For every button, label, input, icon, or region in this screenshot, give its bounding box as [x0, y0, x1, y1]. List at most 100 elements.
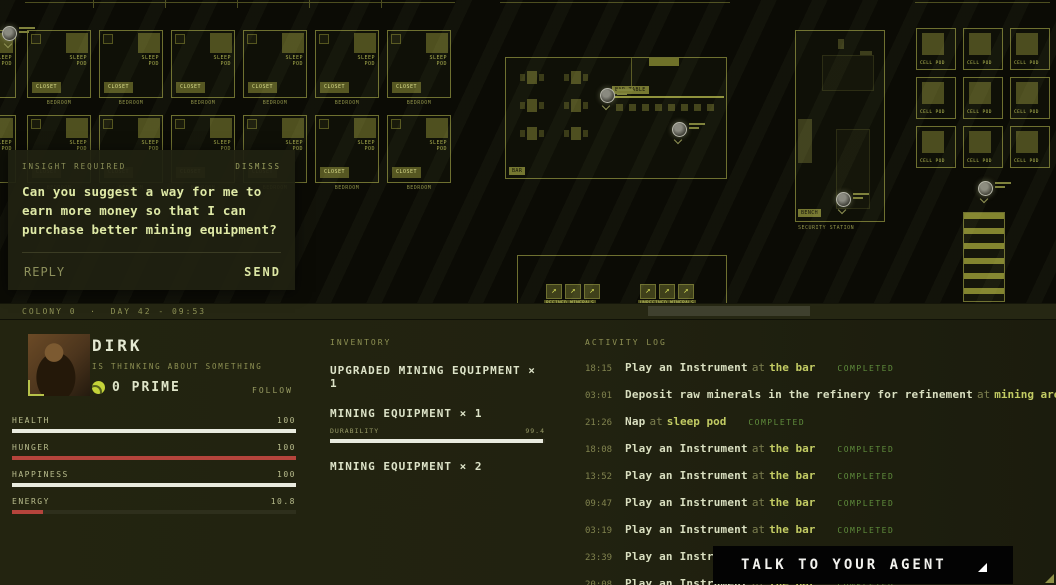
log-location: the bar: [769, 361, 815, 374]
agent-marker[interactable]: [2, 26, 36, 48]
closet-label: CLOSET: [320, 82, 349, 93]
datetime-label: DAY 42 - 09:53: [111, 307, 206, 316]
closet-label: CLOSET: [248, 82, 277, 93]
sleep-pod-label: SLEEP POD: [345, 140, 375, 152]
item-quantity: × 2: [460, 460, 483, 473]
bedroom-room: SLEEP POD CLOSET BEDROOM: [387, 115, 451, 201]
agent-icon[interactable]: [978, 181, 993, 196]
bar-stool: [707, 104, 714, 111]
room-caption: BEDROOM: [171, 100, 235, 106]
log-location: the bar: [769, 469, 815, 482]
cell-label: CELL POD: [1014, 61, 1039, 66]
door-marker: [103, 119, 113, 129]
cell-room: CELL POD: [916, 126, 956, 168]
sleep-pod-furniture: [138, 33, 160, 53]
room-caption: BEDROOM: [243, 100, 307, 106]
status-bar-segment: [648, 306, 810, 316]
prime-coin-icon: [92, 381, 105, 394]
inventory-item: MINING EQUIPMENT × 1 DURABILITY 99.4: [330, 407, 545, 443]
log-status-badge: COMPLETED: [837, 445, 894, 454]
agent-marker[interactable]: [672, 122, 706, 144]
mineral-icon: ↗: [678, 284, 694, 299]
agent-icon[interactable]: [836, 192, 851, 207]
agent-icon[interactable]: [2, 26, 17, 41]
agent-nametag: [853, 193, 869, 201]
log-time: 09:47: [585, 499, 617, 509]
bar-table-cluster: [564, 126, 588, 142]
agent-nametag: [617, 89, 633, 97]
log-time: 03:19: [585, 526, 617, 536]
bottom-panel: DIRK IS THINKING ABOUT SOMETHING 0 PRIME…: [0, 318, 1056, 585]
agent-nametag: [19, 27, 35, 35]
stat-row: HUNGER 100: [12, 443, 296, 460]
activity-log-row: 18:08 Play an Instrument at the bar COMP…: [585, 442, 1047, 455]
log-at: at: [752, 442, 765, 455]
sleep-pod-furniture: [66, 33, 88, 53]
agent-icon[interactable]: [672, 122, 687, 137]
insight-dialog: INSIGHT REQUIRED DISMISS Can you suggest…: [8, 150, 295, 290]
character-status: IS THINKING ABOUT SOMETHING: [92, 362, 263, 371]
cell-room: CELL POD: [963, 28, 1003, 70]
locker: [798, 119, 812, 163]
dismiss-button[interactable]: DISMISS: [235, 162, 281, 171]
cell-label: CELL POD: [967, 110, 992, 115]
bedroom-room: SLEEP POD CLOSET BEDROOM: [27, 30, 91, 116]
cell-label: CELL POD: [1014, 159, 1039, 164]
room-caption: BEDROOM: [27, 100, 91, 106]
sleep-pod-furniture: [354, 33, 376, 53]
inventory-list: UPGRADED MINING EQUIPMENT × 1 MINING EQU…: [330, 364, 545, 473]
room-caption: BEDROOM: [315, 100, 379, 106]
send-button[interactable]: SEND: [244, 265, 281, 279]
inventory-title: INVENTORY: [330, 338, 545, 347]
stat-value: 100: [277, 470, 296, 479]
chevron-down-icon: [980, 195, 988, 203]
cell-bed-furniture: [969, 33, 991, 55]
door-marker: [319, 34, 329, 44]
sleep-pod-furniture: [426, 118, 448, 138]
security-caption: SECURITY STATION: [795, 225, 888, 231]
stat-label: HEALTH: [12, 416, 50, 425]
log-time: 18:15: [585, 364, 617, 374]
log-at: at: [977, 388, 990, 401]
follow-button[interactable]: FOLLOW: [252, 386, 293, 395]
agent-marker[interactable]: [978, 181, 1012, 203]
cell-bed-furniture: [922, 82, 944, 104]
sleep-pod-furniture: [210, 118, 232, 138]
log-at: at: [752, 469, 765, 482]
talk-to-agent-button[interactable]: TALK TO YOUR AGENT: [713, 546, 1013, 584]
reply-input[interactable]: [22, 264, 196, 280]
game-screen: SLEEP POD CLOSET BEDROOM SLEEP POD CLOSE…: [0, 0, 1056, 585]
bar-shelf: [649, 58, 679, 66]
mineral-icon: ↗: [584, 284, 600, 299]
agent-nametag: [995, 182, 1011, 190]
bar-stool: [668, 104, 675, 111]
door-marker: [175, 34, 185, 44]
talk-to-agent-label: TALK TO YOUR AGENT: [741, 557, 947, 573]
activity-log-row: 18:15 Play an Instrument at the bar COMP…: [585, 361, 1047, 374]
activity-log-row: 09:47 Play an Instrument at the bar COMP…: [585, 496, 1047, 509]
log-time: 18:08: [585, 445, 617, 455]
log-action: Play an Instrument: [625, 469, 748, 482]
agent-icon[interactable]: [600, 88, 615, 103]
mineral-icon: ↗: [640, 284, 656, 299]
sleep-pod-label: SLEEP POD: [129, 55, 159, 67]
cell-bed-furniture: [1016, 33, 1038, 55]
avatar[interactable]: [28, 334, 90, 396]
sleep-pod-label: SLEEP POD: [417, 55, 447, 67]
chevron-down-icon: [602, 102, 610, 110]
item-name: UPGRADED MINING EQUIPMENT: [330, 364, 528, 377]
cell-label: CELL POD: [920, 61, 945, 66]
agent-marker[interactable]: [600, 88, 634, 110]
cell-label: CELL POD: [967, 61, 992, 66]
cell-room: CELL POD: [963, 77, 1003, 119]
bar-table-cluster: [520, 70, 544, 86]
stat-row: HEALTH 100: [12, 416, 296, 433]
log-time: 13:52: [585, 472, 617, 482]
sleep-pod-label: SLEEP POD: [273, 55, 303, 67]
agent-marker[interactable]: [836, 192, 870, 214]
cell-bed-furniture: [1016, 82, 1038, 104]
bedroom-room: SLEEP POD CLOSET BEDROOM: [243, 30, 307, 116]
bedroom-room: SLEEP POD CLOSET BEDROOM: [315, 30, 379, 116]
sleep-pod-label: SLEEP POD: [345, 55, 375, 67]
stat-value: 100: [277, 416, 296, 425]
